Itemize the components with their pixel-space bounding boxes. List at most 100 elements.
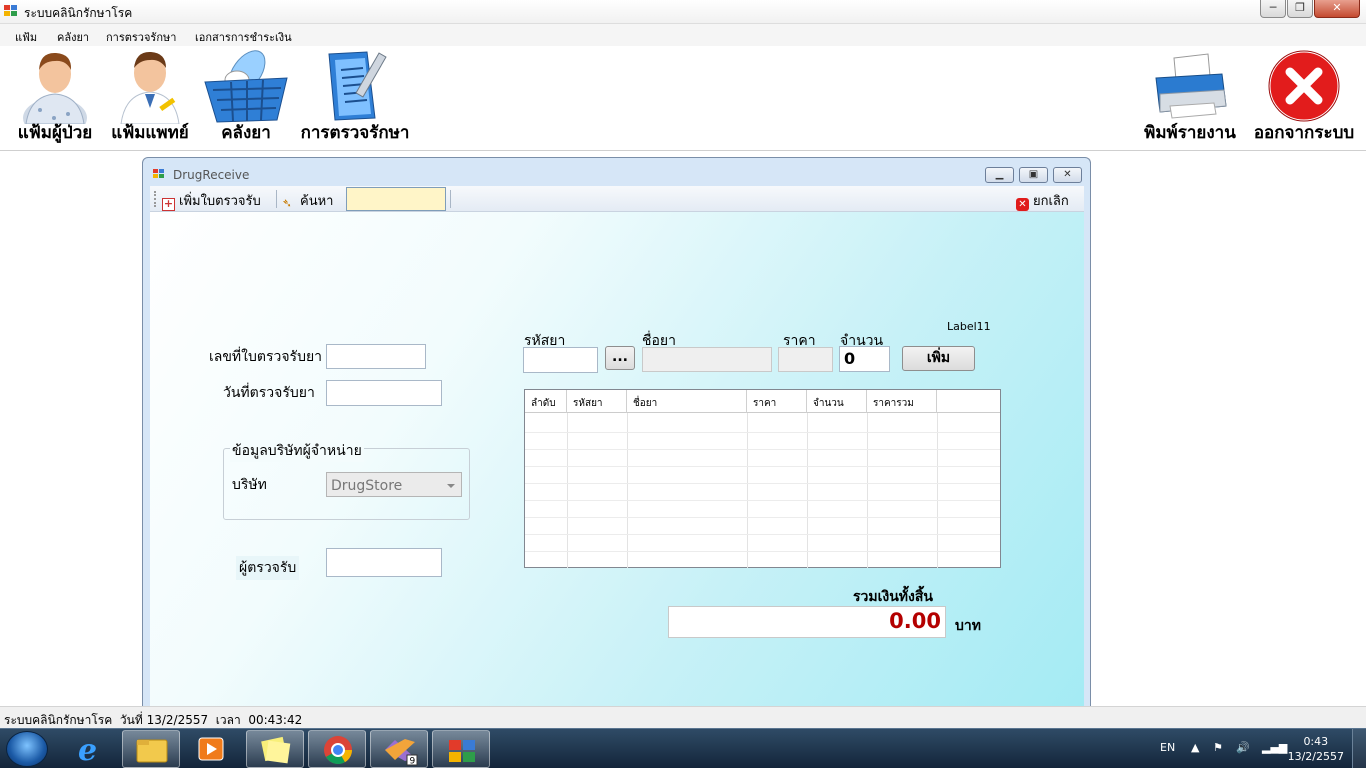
search-input[interactable] <box>346 187 446 211</box>
receive-date-label: วันที่ตรวจรับยา <box>223 385 315 401</box>
company-select[interactable]: DrugStore <box>326 472 462 497</box>
grid-line <box>525 517 1000 518</box>
minimize-button[interactable]: ─ <box>1260 0 1286 18</box>
receipt-no-input[interactable] <box>326 344 426 369</box>
child-close-button[interactable]: ✕ <box>1053 167 1082 183</box>
clock-time: 0:43 <box>1303 735 1329 748</box>
exit-label: ออกจากระบบ <box>1253 123 1355 143</box>
col-total[interactable]: ราคารวม <box>867 390 937 413</box>
menu-file[interactable]: แฟ้ม <box>15 28 37 46</box>
receiver-label: ผู้ตรวจรับ <box>236 556 300 580</box>
exit-button[interactable]: ออกจากระบบ <box>1248 46 1360 150</box>
col-seq[interactable]: ลำดับ <box>525 390 567 413</box>
drug-receive-window: DrugReceive ▁ ▣ ✕ + เพิ่มใบตรวจรับ ➴ ค้นหา… <box>142 157 1091 707</box>
patients-label: แฟ้มผู้ป่วย <box>17 123 93 143</box>
col-quantity[interactable]: จำนวน <box>807 390 867 413</box>
child-restore-button[interactable]: ▣ <box>1019 167 1048 183</box>
medicine-basket-icon <box>204 50 288 123</box>
status-time-label: เวลา <box>215 713 241 727</box>
grid-line <box>525 449 1000 450</box>
search-button[interactable]: ➴ ค้นหา <box>282 190 333 211</box>
status-app-name: ระบบคลินิกรักษาโรค <box>4 713 113 727</box>
menu-drug-store[interactable]: คลังยา <box>57 28 89 46</box>
grid-line <box>807 413 808 568</box>
show-hidden-icons-icon[interactable]: ▲ <box>1191 741 1199 754</box>
status-date-label: วันที่ <box>119 713 143 727</box>
col-price[interactable]: ราคา <box>747 390 807 413</box>
col-drug-code[interactable]: รหัสยา <box>567 390 627 413</box>
items-grid[interactable]: ลำดับ รหัสยา ชื่อยา ราคา จำนวน ราคารวม <box>524 389 1001 568</box>
receiver-input[interactable] <box>326 548 442 577</box>
child-minimize-button[interactable]: ▁ <box>985 167 1014 183</box>
system-clock[interactable]: 0:43 13/2/2557 <box>1288 734 1344 764</box>
child-toolbar: + เพิ่มใบตรวจรับ ➴ ค้นหา ✕ ยกเลิก <box>150 186 1084 212</box>
total-unit: บาท <box>955 618 981 634</box>
media-player-icon[interactable] <box>182 730 240 768</box>
child-window-title: DrugReceive <box>173 168 250 182</box>
clinic-app-icon[interactable] <box>432 730 490 768</box>
add-item-button[interactable]: เพิ่ม <box>902 346 975 371</box>
grid-line <box>525 432 1000 433</box>
window-title: ระบบคลินิกรักษาโรค <box>24 6 133 20</box>
taskbar-badge: 9 <box>410 757 416 767</box>
network-icon[interactable]: ▂▄▆ <box>1262 741 1287 754</box>
total-label: รวมเงินทั้งสิ้น <box>853 589 933 605</box>
file-explorer-icon[interactable] <box>122 730 180 768</box>
action-center-icon[interactable]: ⚑ <box>1213 741 1223 754</box>
patients-button[interactable]: แฟ้มผู้ป่วย <box>12 46 98 150</box>
grid-line <box>627 413 628 568</box>
grid-line <box>525 466 1000 467</box>
add-icon: + <box>162 197 175 211</box>
drugstore-label: คลังยา <box>221 123 271 143</box>
taskbar: e 9 EN ▲ ⚑ 🔊 ▂▄▆ 0:43 13/2/2557 <box>0 728 1366 768</box>
patient-icon <box>23 52 87 124</box>
drugstore-button[interactable]: คลังยา <box>200 46 292 150</box>
company-select-value: DrugStore <box>331 478 403 494</box>
grid-header: ลำดับ รหัสยา ชื่อยา ราคา จำนวน ราคารวม <box>525 390 1000 413</box>
grid-line <box>747 413 748 568</box>
windows-start-icon[interactable] <box>6 731 48 767</box>
cancel-icon: ✕ <box>1016 198 1029 211</box>
search-icon: ➴ <box>282 196 293 210</box>
menu-payment-documents[interactable]: เอกสารการชำระเงิน <box>195 28 292 46</box>
doctor-icon <box>120 51 180 124</box>
volume-icon[interactable]: 🔊 <box>1236 741 1250 754</box>
col-drug-name[interactable]: ชื่อยา <box>627 390 747 413</box>
grid-line <box>525 534 1000 535</box>
treatment-button[interactable]: การตรวจรักษา <box>296 46 414 150</box>
company-label: บริษัท <box>232 477 267 493</box>
print-report-button[interactable]: พิมพ์รายงาน <box>1140 46 1240 150</box>
quantity-input[interactable]: 0 <box>839 346 890 372</box>
search-label: ค้นหา <box>300 194 334 209</box>
internet-explorer-icon[interactable]: e <box>62 730 120 768</box>
visual-studio-icon[interactable]: 9 <box>370 730 428 768</box>
browse-drug-button[interactable]: ... <box>605 346 635 370</box>
menu-treatment[interactable]: การตรวจรักษา <box>106 28 176 46</box>
cancel-label: ยกเลิก <box>1033 194 1069 209</box>
cancel-button[interactable]: ✕ ยกเลิก <box>1016 190 1069 211</box>
price-input <box>778 347 833 372</box>
chrome-icon[interactable] <box>308 730 366 768</box>
toolbar-separator <box>450 190 451 208</box>
receive-date-input[interactable] <box>326 380 442 406</box>
add-receipt-button[interactable]: + เพิ่มใบตรวจรับ <box>162 190 261 211</box>
printer-icon <box>1155 53 1227 119</box>
maximize-button[interactable]: ❐ <box>1287 0 1313 18</box>
close-button[interactable]: ✕ <box>1314 0 1360 18</box>
doctors-button[interactable]: แฟ้มแพทย์ <box>104 46 196 150</box>
sticky-notes-icon[interactable] <box>246 730 304 768</box>
receipt-no-label: เลขที่ใบตรวจรับยา <box>209 349 323 365</box>
drug-name-input <box>642 347 772 372</box>
grid-line <box>937 413 938 568</box>
status-time: 00:43:42 <box>248 713 303 727</box>
grid-line <box>525 551 1000 552</box>
language-indicator[interactable]: EN <box>1160 741 1175 754</box>
drug-code-input[interactable] <box>523 347 598 373</box>
child-window-icon <box>153 169 165 180</box>
close-circle-icon <box>1267 49 1341 123</box>
show-desktop-button[interactable] <box>1352 729 1366 768</box>
form-body: เลขที่ใบตรวจรับยา วันที่ตรวจรับยา ข้อมูล… <box>150 212 1084 707</box>
main-toolbar: แฟ้มผู้ป่วย แฟ้มแพทย์ คลังยา การตรวจรักษ… <box>0 46 1366 150</box>
svg-text:e: e <box>78 733 97 768</box>
grid-line <box>525 483 1000 484</box>
